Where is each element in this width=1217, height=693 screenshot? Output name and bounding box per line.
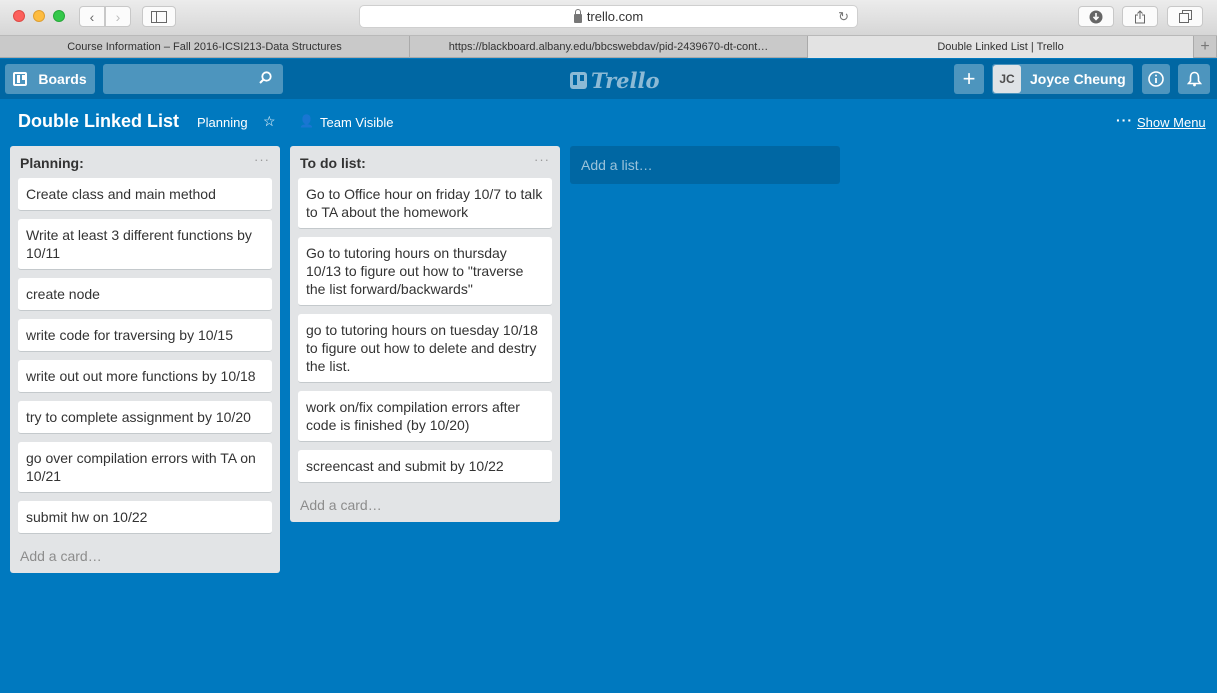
list-menu-icon[interactable]: ··· (254, 152, 270, 167)
share-icon (1135, 9, 1145, 23)
add-button[interactable]: + (954, 64, 984, 94)
card[interactable]: write code for traversing by 10/15 (18, 319, 272, 352)
list-menu-icon[interactable]: ··· (534, 152, 550, 167)
minimize-window-button[interactable] (33, 10, 45, 22)
list-header: Planning: ··· (10, 146, 280, 178)
boards-icon (13, 72, 28, 86)
boards-label: Boards (38, 71, 87, 87)
list-planning: Planning: ··· Create class and main meth… (10, 146, 280, 573)
show-menu-link[interactable]: Show Menu (1137, 115, 1206, 130)
new-tab-button[interactable]: + (1194, 36, 1217, 58)
board-team[interactable]: Planning (197, 115, 248, 130)
chevron-left-icon: ‹ (89, 8, 95, 25)
card[interactable]: write out out more functions by 10/18 (18, 360, 272, 393)
card[interactable]: submit hw on 10/22 (18, 501, 272, 534)
share-button[interactable] (1122, 6, 1158, 27)
download-icon (1089, 10, 1103, 23)
member-name: Joyce Cheung (1030, 71, 1126, 87)
card[interactable]: go over compilation errors with TA on 10… (18, 442, 272, 493)
card[interactable]: Go to Office hour on friday 10/7 to talk… (298, 178, 552, 229)
reload-icon[interactable]: ↻ (838, 9, 849, 25)
sidebar-toggle-button[interactable] (142, 6, 176, 27)
browser-tabbar: Course Information – Fall 2016-ICSI213-D… (0, 36, 1217, 58)
search-icon[interactable] (259, 71, 272, 84)
more-icon[interactable]: ··· (1116, 112, 1133, 128)
zoom-window-button[interactable] (53, 10, 65, 22)
board-visibility[interactable]: Team Visible (320, 115, 393, 130)
add-card-button[interactable]: Add a card… (10, 542, 280, 573)
list-header: To do list: ··· (290, 146, 560, 178)
trello-logo[interactable]: Trello (570, 68, 660, 93)
tabs-icon (1178, 10, 1192, 23)
card[interactable]: Create class and main method (18, 178, 272, 211)
notifications-button[interactable] (1178, 64, 1210, 94)
list-title[interactable]: Planning: (20, 155, 84, 171)
browser-tab[interactable]: Course Information – Fall 2016-ICSI213-D… (0, 36, 410, 58)
browser-tab-active[interactable]: Double Linked List | Trello (808, 36, 1194, 58)
add-card-button[interactable]: Add a card… (290, 491, 560, 522)
info-button[interactable] (1142, 64, 1170, 94)
add-list-button[interactable]: Add a list… (570, 146, 840, 184)
url-text: trello.com (586, 9, 644, 24)
search-input[interactable] (103, 64, 283, 94)
board-title[interactable]: Double Linked List (18, 111, 179, 132)
close-window-button[interactable] (13, 10, 25, 22)
logo-text: Trello (591, 68, 660, 93)
lock-icon (573, 9, 582, 23)
star-icon[interactable]: ☆ (263, 113, 276, 130)
tabs-overview-button[interactable] (1167, 6, 1203, 27)
member-menu-button[interactable]: JC Joyce Cheung (992, 64, 1133, 94)
card[interactable]: work on/fix compilation errors after cod… (298, 391, 552, 442)
sidebar-icon (151, 10, 167, 23)
trello-logo-icon (570, 72, 587, 89)
card[interactable]: Write at least 3 different functions by … (18, 219, 272, 270)
downloads-button[interactable] (1078, 6, 1114, 27)
browser-titlebar: ‹ › trello.com ↻ (0, 0, 1217, 36)
card[interactable]: Go to tutoring hours on thursday 10/13 t… (298, 237, 552, 306)
chevron-right-icon: › (115, 8, 121, 25)
list-todo: To do list: ··· Go to Office hour on fri… (290, 146, 560, 522)
bell-icon (1186, 71, 1202, 87)
forward-button[interactable]: › (105, 6, 131, 27)
visibility-icon[interactable]: 👤 (299, 114, 314, 128)
card[interactable]: try to complete assignment by 10/20 (18, 401, 272, 434)
info-icon (1148, 71, 1164, 87)
back-button[interactable]: ‹ (79, 6, 105, 27)
list-title[interactable]: To do list: (300, 155, 366, 171)
browser-tab[interactable]: https://blackboard.albany.edu/bbcswebdav… (410, 36, 808, 58)
card[interactable]: go to tutoring hours on tuesday 10/18 to… (298, 314, 552, 383)
avatar: JC (993, 65, 1021, 93)
address-bar[interactable]: trello.com ↻ (359, 5, 858, 28)
card[interactable]: screencast and submit by 10/22 (298, 450, 552, 483)
boards-button[interactable]: Boards (5, 64, 95, 94)
card[interactable]: create node (18, 278, 272, 311)
